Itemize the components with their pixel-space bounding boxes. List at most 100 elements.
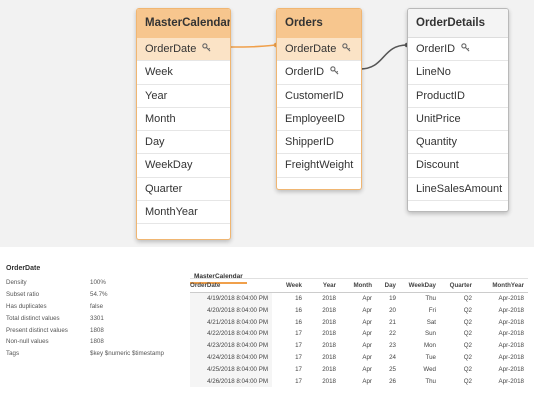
table-cell: Apr-2018 <box>498 377 524 385</box>
table-header[interactable]: OrderDetails <box>408 9 508 38</box>
table-cell: 4/21/2018 8:04:00 PM <box>190 316 272 329</box>
metadata-label: Non-null values <box>6 338 49 346</box>
metadata-title: OrderDate <box>6 265 41 272</box>
field-quantity[interactable]: Quantity <box>408 131 508 155</box>
field-weekday[interactable]: WeekDay <box>137 154 230 178</box>
table-cell: 17 <box>295 330 302 338</box>
key-icon <box>461 38 470 61</box>
field-label: WeekDay <box>145 159 193 172</box>
field-employeeid[interactable]: EmployeeID <box>277 108 361 132</box>
field-productid[interactable]: ProductID <box>408 85 508 108</box>
field-month[interactable]: Month <box>137 108 230 132</box>
table-cell: 26 <box>389 377 396 385</box>
table-cell: Apr <box>362 295 372 302</box>
field-label: CustomerID <box>285 89 344 102</box>
metadata-row: Total distinct values 3301 <box>6 313 184 325</box>
link-mastercalendar-orders[interactable] <box>228 44 277 48</box>
link-orders-orderdetails[interactable] <box>359 44 408 70</box>
metadata-label: Density <box>6 279 27 286</box>
table-row: 4/22/2018 8:04:00 PM 17 2018 Apr 22 Sun Q2 Apr-… <box>190 328 528 341</box>
field-label: UnitPrice <box>416 112 461 125</box>
field-discount[interactable]: Discount <box>408 154 508 178</box>
table-cell: Wed <box>423 365 436 373</box>
metadata-value: 1808 <box>90 326 104 334</box>
metadata-label: Total distinct values <box>6 314 60 322</box>
table-cell: 4/24/2018 8:04:00 PM <box>190 351 272 364</box>
table-cell: Q2 <box>463 306 472 314</box>
table-cell: Q2 <box>463 365 472 373</box>
field-label: ProductID <box>416 89 465 102</box>
table-row: 4/21/2018 8:04:00 PM 16 2018 Apr 21 Sat Q2 Apr-… <box>190 316 528 329</box>
column-header: OrderDate <box>190 282 221 289</box>
table-cell: Apr <box>362 353 372 361</box>
metadata-row: Density 100% <box>6 277 184 289</box>
field-shipperid[interactable]: ShipperID <box>277 131 361 155</box>
table-cell: Q2 <box>463 342 472 350</box>
metadata-value: 3301 <box>90 314 104 322</box>
field-label: OrderID <box>285 66 325 79</box>
table-cell: 2018 <box>322 342 336 350</box>
field-orderid[interactable]: OrderID <box>408 38 508 62</box>
table-cell: Tue <box>425 353 436 361</box>
field-label: LineNo <box>416 66 451 79</box>
table-cell: Apr-2018 <box>498 295 524 302</box>
field-day[interactable]: Day <box>137 131 230 155</box>
table-cell: Apr-2018 <box>498 353 524 361</box>
table-cell: 17 <box>295 342 302 350</box>
table-header[interactable]: MasterCalendar <box>137 9 230 38</box>
column-header: Week <box>285 282 302 289</box>
table-cell: 17 <box>295 377 302 385</box>
metadata-row: Present distinct values 1808 <box>6 325 184 337</box>
field-label: Day <box>145 136 165 149</box>
column-header: Year <box>322 282 336 289</box>
table-cell: Q2 <box>463 377 472 385</box>
table-cell: Apr-2018 <box>498 342 524 350</box>
field-customerid[interactable]: CustomerID <box>277 85 361 108</box>
table-cell: 4/20/2018 8:04:00 PM <box>190 304 272 317</box>
field-list: OrderDate OrderID CustomerID EmployeeID Ship… <box>277 38 361 178</box>
table-body: 4/19/2018 8:04:00 PM 16 2018 Apr 19 Thu Q2 Apr-… <box>190 293 528 388</box>
column-header: Quarter <box>449 282 472 289</box>
table-orderdetails[interactable]: OrderDetails OrderID LineNo ProductID UnitP… <box>407 8 509 212</box>
field-lineno[interactable]: LineNo <box>408 61 508 85</box>
column-header: Day <box>384 282 396 289</box>
field-orderdate[interactable]: OrderDate <box>277 38 361 62</box>
table-row: 4/19/2018 8:04:00 PM 16 2018 Apr 19 Thu Q2 Apr-… <box>190 293 528 305</box>
metadata-value: 54.7% <box>90 290 108 298</box>
table-mastercalendar[interactable]: MasterCalendar OrderDate Week Year Month Day… <box>136 8 231 240</box>
table-header-row: OrderDate Week Year Month Day WeekDay Quarter M… <box>190 280 528 293</box>
field-monthyear[interactable]: MonthYear <box>137 201 230 225</box>
table-cell: 19 <box>389 295 396 302</box>
table-cell: Sat <box>426 318 436 326</box>
model-canvas[interactable]: MasterCalendar OrderDate Week Year Month Day… <box>0 0 534 247</box>
table-cell: 2018 <box>322 330 336 338</box>
table-row: 4/25/2018 8:04:00 PM 17 2018 Apr 25 Wed Q2 Apr-… <box>190 363 528 376</box>
table-cell: 25 <box>389 365 396 373</box>
field-unitprice[interactable]: UnitPrice <box>408 108 508 132</box>
field-linesalesamount[interactable]: LineSalesAmount <box>408 178 508 202</box>
table-cell: 4/22/2018 8:04:00 PM <box>190 328 272 341</box>
field-list: OrderDate Week Year Month Day WeekDay Quarter M… <box>137 38 230 225</box>
metadata-label: Subset ratio <box>6 290 40 298</box>
table-cell: 4/26/2018 8:04:00 PM <box>190 375 272 388</box>
table-cell: Sun <box>424 330 436 338</box>
field-week[interactable]: Week <box>137 61 230 85</box>
field-orderdate[interactable]: OrderDate <box>137 38 230 62</box>
table-cell: Q2 <box>463 295 472 302</box>
table-cell: 2018 <box>322 377 336 385</box>
table-cell: 4/23/2018 8:04:00 PM <box>190 340 272 352</box>
field-label: MonthYear <box>145 206 198 219</box>
metadata-row: Has duplicates false <box>6 301 184 313</box>
field-year[interactable]: Year <box>137 85 230 108</box>
field-orderid[interactable]: OrderID <box>277 61 361 85</box>
table-orders[interactable]: Orders OrderDate OrderID CustomerID Employe… <box>276 8 362 190</box>
table-preview: MasterCalendar OrderDate Week Year Month Day… <box>190 265 528 388</box>
field-freightweight[interactable]: FreightWeight <box>277 154 361 178</box>
field-label: EmployeeID <box>285 112 345 125</box>
table-cell: 17 <box>295 353 302 361</box>
table-cell: Apr <box>362 318 372 326</box>
table-cell: 2018 <box>322 365 336 373</box>
table-row: 4/23/2018 8:04:00 PM 17 2018 Apr 23 Mon Q2 Apr-… <box>190 340 528 352</box>
field-quarter[interactable]: Quarter <box>137 178 230 202</box>
table-header[interactable]: Orders <box>277 9 361 38</box>
